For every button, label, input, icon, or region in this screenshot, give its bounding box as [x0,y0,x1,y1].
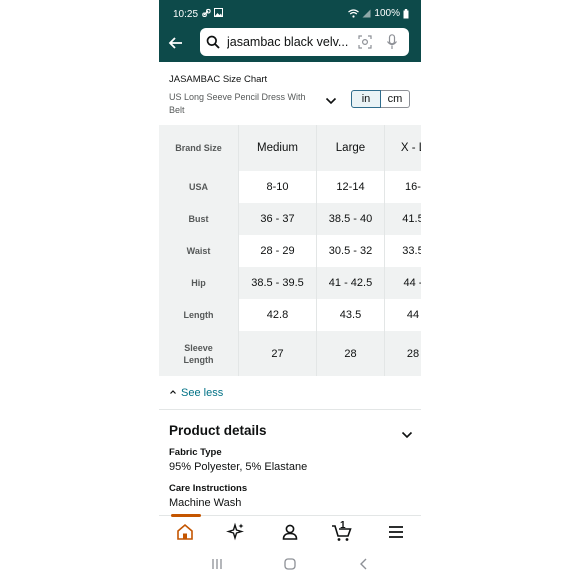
table-cell: 28 [385,331,421,376]
image-icon [214,8,223,17]
chevron-down-icon[interactable] [401,430,413,440]
table-cell: 16- [405,181,421,193]
table-row: Sleeve Length 27 28 28 [159,331,421,376]
home-nav-icon[interactable] [284,558,296,570]
table-header-cell: Medium [239,125,316,171]
table-cell: 33.5 [402,245,421,257]
wifi-icon [348,9,360,18]
cart-count: 1 [340,520,346,531]
chevron-up-icon [170,390,176,394]
search-query: jasambac black velv... [227,35,349,49]
section-divider [159,409,421,410]
menu-icon[interactable] [386,522,406,542]
table-cell: 38.5 - 39.5 [239,267,316,299]
search-input[interactable]: jasambac black velv... [200,28,409,56]
table-row: USA 8-10 12-14 16- [159,171,421,203]
see-less-link[interactable]: See less [169,387,223,399]
search-icon [206,35,220,49]
see-less-label: See less [181,387,224,399]
phone-screen: 10:25 100% jasambac black velv... JASAMB… [159,0,421,580]
table-header-cell: Large [317,125,384,171]
table-row-label: USA [159,171,238,203]
table-row-label: Waist [159,235,238,267]
table-row-label: Bust [159,203,238,235]
home-icon[interactable] [175,522,195,542]
status-time: 10:25 [173,9,199,20]
table-cell: 41 - 42.5 [317,267,384,299]
back-arrow-icon[interactable] [167,34,185,52]
table-cell: 38.5 - 40 [317,203,384,235]
fabric-type-value: 95% Polyester, 5% Elastane [169,461,308,473]
table-cell: 44 - [385,267,421,299]
system-nav-bar [159,548,421,580]
link-icon [202,8,211,18]
battery-text: 100% [374,8,400,19]
battery-icon [403,8,409,18]
signal-icon [362,9,371,18]
table-row-label: Sleeve Length [159,331,238,376]
table-divider [238,125,239,376]
microphone-icon[interactable] [386,34,398,50]
camera-scan-icon[interactable] [358,35,372,49]
table-cell: 41.5 [385,203,421,235]
unit-toggle-cm[interactable]: cm [381,90,410,108]
recent-apps-icon[interactable] [211,558,223,570]
back-nav-icon[interactable] [359,558,369,570]
account-icon[interactable] [280,522,300,542]
table-cell: 44 [406,309,420,321]
search-header: jasambac black velv... [159,28,421,62]
chevron-down-icon[interactable] [325,96,337,106]
table-cell: 27 [239,331,316,376]
table-cell: 28 [317,331,384,376]
status-bar: 10:25 100% [159,0,421,28]
table-cell: 30.5 - 32 [328,245,373,257]
table-cell: 43.5 [339,309,362,321]
care-instructions-value: Machine Wash [169,497,242,509]
table-cell: 12-14 [336,181,365,193]
table-row: Length 42.8 43.5 44 [159,299,421,331]
table-divider [384,125,385,376]
table-divider [316,125,317,376]
size-chart-table: Brand Size Medium Large X - L USA 8-10 1… [159,125,421,376]
care-instructions-label: Care Instructions [169,483,248,494]
table-cell: 8-10 [266,181,289,193]
table-row: Hip 38.5 - 39.5 41 - 42.5 44 - [159,267,421,299]
table-cell: 36 - 37 [239,203,316,235]
active-tab-indicator [171,514,201,517]
table-row-label: Length [159,299,238,331]
table-row: Bust 36 - 37 38.5 - 40 41.5 [159,203,421,235]
table-row-label: Hip [159,267,238,299]
table-header-cell: X - L [385,125,421,171]
table-cell: 42.8 [266,309,289,321]
table-header-row: Brand Size Medium Large X - L [159,125,421,171]
size-chart-subtitle: US Long Seeve Pencil Dress With Belt [169,92,306,115]
fabric-type-label: Fabric Type [169,447,222,458]
status-icons-left [202,8,223,18]
sparkle-icon[interactable] [226,522,246,542]
table-row: Waist 28 - 29 30.5 - 32 33.5 [159,235,421,267]
size-chart-title: JASAMBAC Size Chart [169,74,268,85]
bottom-tab-bar: 1 [159,514,421,548]
table-header-cell: Brand Size [159,125,238,171]
product-details-title[interactable]: Product details [169,423,267,438]
cart-tab[interactable]: 1 [331,520,355,544]
unit-toggle-in[interactable]: in [351,90,381,108]
table-cell: 28 - 29 [260,245,295,257]
status-icons-right: 100% [348,8,409,19]
